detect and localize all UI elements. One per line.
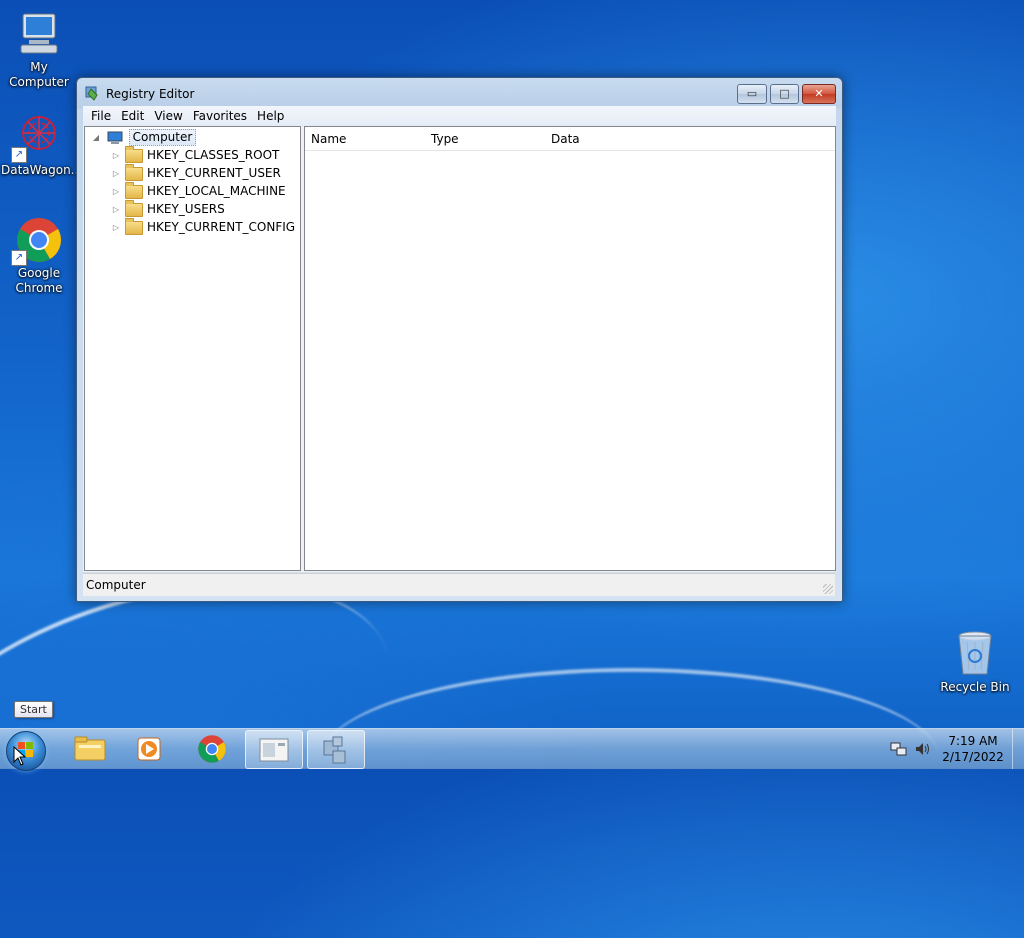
taskbar: 7:19 AM 2/17/2022 — [0, 728, 1024, 771]
expand-arrow-icon[interactable]: ▷ — [111, 147, 121, 165]
show-desktop-button[interactable] — [1012, 729, 1024, 769]
menu-bar: File Edit View Favorites Help — [83, 106, 836, 126]
chrome-icon — [198, 735, 226, 763]
tree-item-hkey-classes-root[interactable]: ▷ HKEY_CLASSES_ROOT — [111, 145, 280, 165]
taskbar-chrome-button[interactable] — [184, 730, 240, 767]
tree-item-hkey-local-machine[interactable]: ▷ HKEY_LOCAL_MACHINE — [111, 181, 286, 201]
tree-label: HKEY_CURRENT_USER — [147, 166, 281, 180]
system-clock[interactable]: 7:19 AM 2/17/2022 — [938, 733, 1008, 765]
taskbar-window-button[interactable] — [245, 730, 303, 769]
folder-icon — [125, 181, 143, 199]
values-list-pane[interactable]: Name Type Data — [304, 126, 836, 571]
menu-help[interactable]: Help — [252, 106, 289, 126]
minimize-button[interactable]: ▭ — [737, 84, 767, 104]
folder-icon — [125, 145, 143, 163]
volume-icon[interactable] — [914, 741, 932, 757]
clock-date: 2/17/2022 — [942, 750, 1004, 764]
window-thumbnail-icon — [259, 738, 289, 762]
datawagon-icon: ↗ — [11, 113, 63, 163]
desktop-icon-my-computer[interactable]: My Computer — [1, 10, 77, 90]
regedit-icon — [85, 86, 98, 101]
status-bar: Computer — [83, 573, 835, 596]
menu-edit[interactable]: Edit — [116, 106, 149, 126]
desktop-icon-label: Google Chrome — [15, 266, 63, 295]
tree-item-hkey-users[interactable]: ▷ HKEY_USERS — [111, 199, 225, 219]
mouse-cursor-icon — [13, 746, 27, 766]
column-header-type[interactable]: Type — [425, 129, 546, 149]
title-bar[interactable]: Registry Editor ▭ □ ✕ — [77, 78, 842, 106]
menu-favorites[interactable]: Favorites — [188, 106, 252, 126]
tree-label-computer: Computer — [128, 129, 197, 146]
regedit-icon — [323, 736, 346, 764]
resize-grip-icon[interactable] — [823, 584, 833, 594]
tree-label: HKEY_CURRENT_CONFIG — [147, 220, 296, 234]
desktop-icon-label: DataWagon... — [1, 163, 83, 177]
start-tooltip: Start — [14, 701, 53, 718]
expand-arrow-icon[interactable]: ▷ — [111, 183, 121, 201]
window-title: Registry Editor — [106, 87, 195, 101]
tree-item-hkey-current-config[interactable]: ▷ HKEY_CURRENT_CONFIG — [111, 217, 296, 237]
status-text: Computer — [86, 578, 146, 592]
folder-icon — [125, 199, 143, 217]
shortcut-arrow-icon: ↗ — [11, 250, 27, 266]
column-header-data[interactable]: Data — [545, 129, 831, 149]
desktop-icon-recycle-bin[interactable]: Recycle Bin — [937, 630, 1013, 695]
desktop-icon-datawagon[interactable]: ↗ DataWagon... — [1, 113, 83, 178]
menu-view[interactable]: View — [149, 106, 187, 126]
expand-arrow-icon[interactable]: ▷ — [111, 165, 121, 183]
column-header-name[interactable]: Name — [305, 129, 426, 149]
expand-arrow-icon[interactable]: ▷ — [111, 201, 121, 219]
maximize-button[interactable]: □ — [770, 84, 799, 104]
desktop-icon-google-chrome[interactable]: ↗ Google Chrome — [1, 216, 77, 296]
folder-icon — [125, 217, 143, 235]
shortcut-arrow-icon: ↗ — [11, 147, 27, 163]
tree-label: HKEY_CLASSES_ROOT — [147, 148, 280, 162]
clock-time: 7:19 AM — [948, 734, 998, 748]
desktop-icon-label: My Computer — [9, 60, 69, 89]
tree-item-computer[interactable]: ◢ Computer — [91, 128, 197, 147]
header-divider — [305, 150, 835, 151]
folder-icon — [74, 736, 106, 761]
client-area: ◢ Computer ▷ HKEY_CLASSES_ROOT ▷ HKEY_CURR… — [83, 126, 836, 572]
computer-icon — [107, 131, 123, 144]
network-icon[interactable] — [890, 741, 908, 757]
taskbar-explorer-button[interactable] — [62, 730, 118, 767]
taskbar-regedit-button[interactable] — [307, 730, 365, 769]
taskbar-media-player-button[interactable] — [122, 730, 178, 767]
media-player-icon — [137, 737, 161, 761]
close-button[interactable]: ✕ — [802, 84, 836, 104]
tree-item-hkey-current-user[interactable]: ▷ HKEY_CURRENT_USER — [111, 163, 281, 183]
collapse-arrow-icon[interactable]: ◢ — [91, 129, 101, 147]
tree-label: HKEY_USERS — [147, 202, 225, 216]
recycle-bin-icon — [951, 630, 999, 678]
menu-file[interactable]: File — [86, 106, 116, 126]
registry-editor-window: Registry Editor ▭ □ ✕ File Edit View Favori… — [76, 77, 843, 602]
desktop-icon-label: Recycle Bin — [940, 680, 1010, 694]
folder-icon — [125, 163, 143, 181]
tree-label: HKEY_LOCAL_MACHINE — [147, 184, 286, 198]
chrome-icon: ↗ — [11, 216, 63, 266]
expand-arrow-icon[interactable]: ▷ — [111, 219, 121, 237]
computer-icon — [15, 10, 63, 58]
key-tree-pane[interactable]: ◢ Computer ▷ HKEY_CLASSES_ROOT ▷ HKEY_CURR… — [84, 126, 301, 571]
